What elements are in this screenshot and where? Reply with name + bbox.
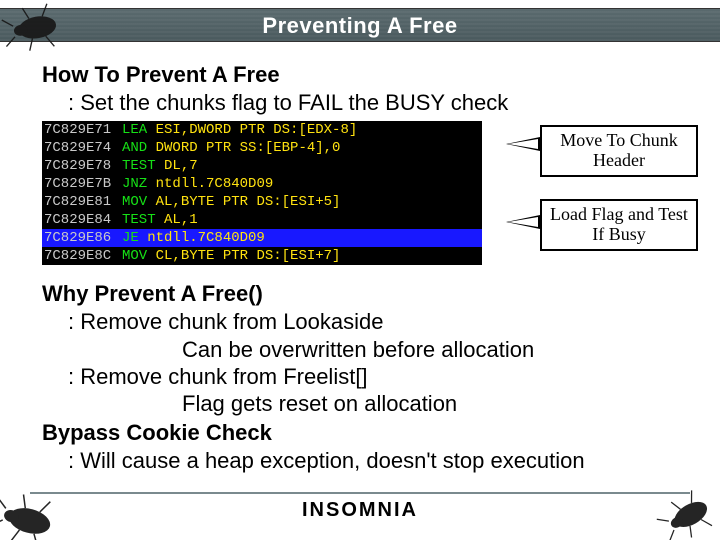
section2-b1-sub: Can be overwritten before allocation [182,337,688,362]
section3-b1: Will cause a heap exception, doesn't sto… [68,448,688,473]
slide-title-bar: Preventing A Free [0,8,720,42]
cockroach-icon [0,0,74,61]
section3-heading: Bypass Cookie Check [42,420,688,446]
asm-line: 7C829E78TEST DL,7 [42,157,482,175]
asm-line-highlighted: 7C829E86JE ntdll.7C840D09 [42,229,482,247]
section1-heading: How To Prevent A Free [42,62,688,88]
asm-line: 7C829E81MOV AL,BYTE PTR DS:[ESI+5] [42,193,482,211]
slide-body: How To Prevent A Free Set the chunks fla… [42,58,688,474]
section2-b2-sub: Flag gets reset on allocation [182,391,688,416]
asm-line: 7C829E84TEST AL,1 [42,211,482,229]
disassembly-block: 7C829E71LEA ESI,DWORD PTR DS:[EDX-8]7C82… [42,121,482,265]
cockroach-icon [0,481,72,540]
asm-line: 7C829E8CMOV CL,BYTE PTR DS:[ESI+7] [42,247,482,265]
section2-b2: Remove chunk from Freelist[] [68,364,688,389]
callout-load-flag: Load Flag and Test If Busy [540,199,698,251]
callout-arrow-icon [506,215,540,229]
footer-rule [30,492,690,494]
asm-line: 7C829E71LEA ESI,DWORD PTR DS:[EDX-8] [42,121,482,139]
slide-title: Preventing A Free [262,13,457,38]
callout-arrow-icon [506,137,540,151]
cockroach-icon [646,477,720,540]
section2-heading: Why Prevent A Free() [42,281,688,307]
callout-move-to-chunk: Move To Chunk Header [540,125,698,177]
asm-line: 7C829E7BJNZ ntdll.7C840D09 [42,175,482,193]
lower-text: Why Prevent A Free() Remove chunk from L… [42,281,688,473]
section2-b1: Remove chunk from Lookaside [68,309,688,334]
brand-logo: INSOMNIA [0,499,720,522]
asm-line: 7C829E74AND DWORD PTR SS:[EBP-4],0 [42,139,482,157]
code-and-callouts: 7C829E71LEA ESI,DWORD PTR DS:[EDX-8]7C82… [42,121,688,269]
section1-bullet: Set the chunks flag to FAIL the BUSY che… [68,90,688,115]
